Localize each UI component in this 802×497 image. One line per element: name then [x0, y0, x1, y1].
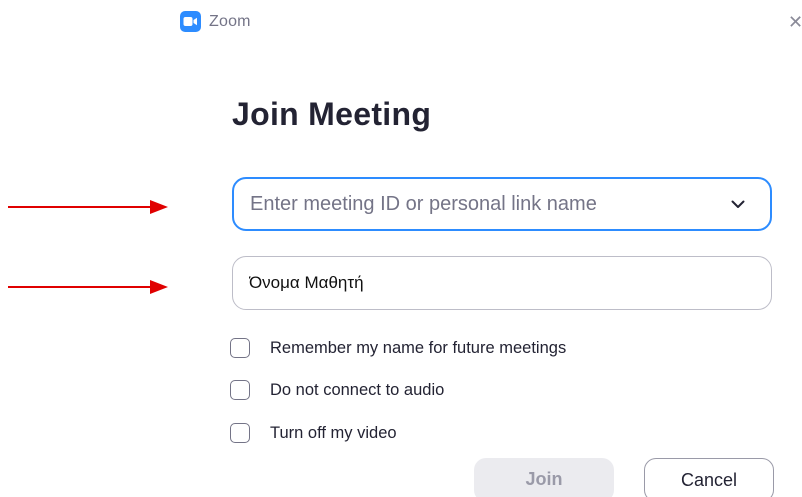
meeting-id-input[interactable] [234, 179, 718, 229]
close-icon: ✕ [788, 12, 802, 32]
annotation-arrow-name-field [8, 280, 168, 294]
no-audio-option[interactable]: Do not connect to audio [230, 380, 444, 400]
meeting-id-combobox [232, 177, 772, 231]
video-off-checkbox[interactable] [230, 423, 250, 443]
close-button[interactable]: ✕ [788, 12, 802, 32]
remember-name-checkbox[interactable] [230, 338, 250, 358]
name-field-container [232, 256, 772, 310]
join-button[interactable]: Join [474, 458, 614, 497]
cancel-button[interactable]: Cancel [644, 458, 774, 497]
remember-name-label: Remember my name for future meetings [270, 338, 567, 357]
annotation-arrow-meeting-id [8, 200, 168, 214]
meeting-id-dropdown-button[interactable] [718, 179, 758, 229]
app-title: Zoom [209, 12, 251, 30]
no-audio-label: Do not connect to audio [270, 380, 445, 399]
no-audio-checkbox[interactable] [230, 380, 250, 400]
zoom-camera-icon [180, 11, 201, 32]
join-meeting-window: Zoom ✕ Join Meeting Remember my name for… [0, 0, 802, 497]
chevron-down-icon [731, 200, 745, 208]
title-bar: Zoom [180, 11, 251, 32]
video-off-label: Turn off my video [270, 423, 397, 442]
remember-name-option[interactable]: Remember my name for future meetings [230, 338, 566, 358]
video-off-option[interactable]: Turn off my video [230, 423, 397, 443]
display-name-input[interactable] [233, 257, 771, 309]
page-title: Join Meeting [232, 96, 432, 132]
